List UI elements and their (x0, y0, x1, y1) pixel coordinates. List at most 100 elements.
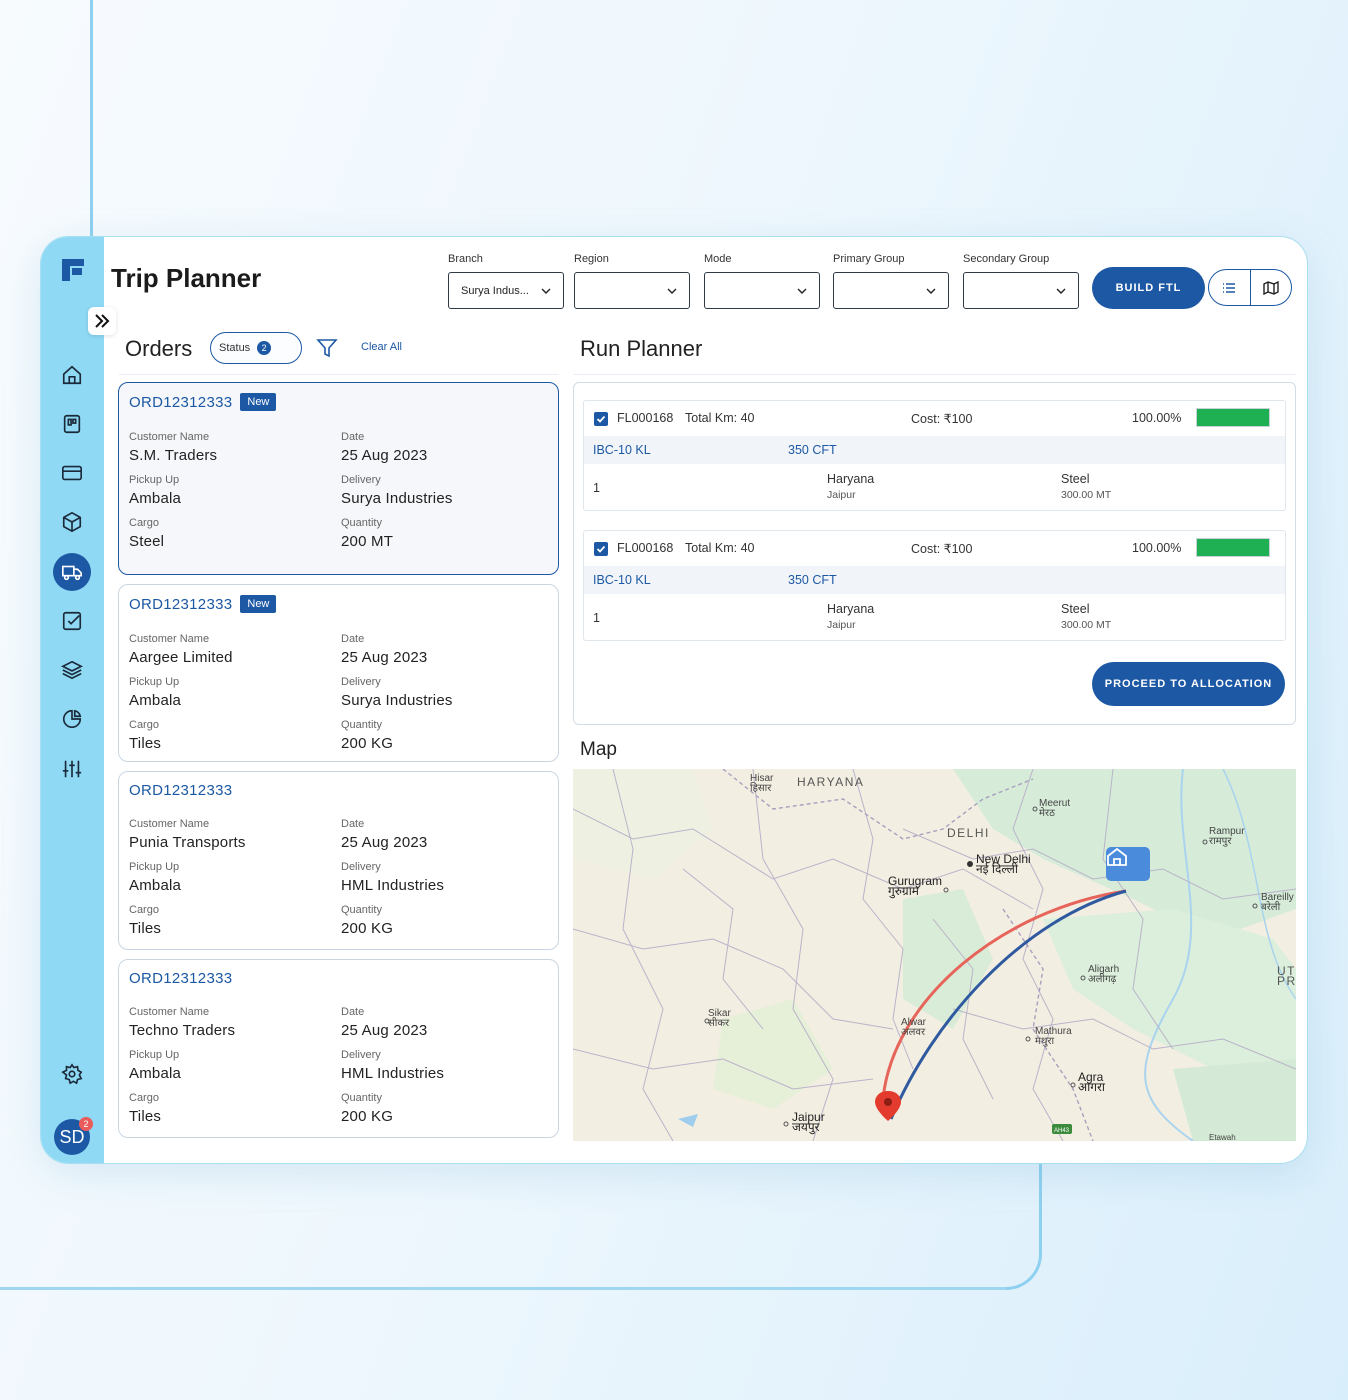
quantity-value: 200 MT (341, 533, 394, 551)
clear-all-link[interactable]: Clear All (361, 341, 402, 353)
map-label-bareilly-hi: बरेली (1261, 902, 1281, 913)
delivery-label: Delivery (341, 676, 381, 689)
run-km: Total Km: 40 (685, 541, 755, 555)
pickup-value: Ambala (129, 1065, 182, 1082)
date-label: Date (341, 431, 365, 444)
cargo-value: Tiles (129, 1108, 162, 1125)
run-header: FL000168 Total Km: 40 Cost: ₹100 100.00% (584, 401, 1285, 436)
cargo-value: Steel (129, 533, 165, 551)
map-label-pra-text: PRA (1277, 974, 1296, 988)
order-id[interactable]: ORD12312333 (129, 782, 232, 799)
delivery-value: HML Industries (341, 1065, 445, 1082)
filter-icon[interactable] (316, 337, 338, 359)
order-card[interactable]: ORD12312333 Customer Name Techno Traders … (118, 959, 559, 1138)
list-view-button[interactable] (1209, 270, 1250, 305)
pickup-value: Ambala (129, 490, 182, 508)
run-checkbox[interactable] (594, 542, 608, 556)
check-icon (596, 545, 606, 553)
order-id[interactable]: ORD12312333 (129, 970, 232, 987)
run-capacity: 350 CFT (788, 443, 837, 457)
order-card[interactable]: ORD12312333 New Customer Name S.M. Traders… (118, 382, 559, 575)
run-percent: 100.00% (1132, 411, 1182, 425)
pickup-label: Pickup Up (129, 676, 180, 689)
run-capacity: 350 CFT (788, 573, 837, 587)
customer-value: Punia Transports (129, 834, 246, 851)
run-vehicle: IBC-10 KL (593, 443, 651, 457)
build-ftl-button[interactable]: BUILD FTL (1092, 267, 1205, 309)
map-label-rampur-hi: रामपुर (1209, 836, 1232, 847)
layers-icon[interactable] (53, 651, 91, 689)
customer-label: Customer Name (129, 818, 210, 830)
map-label-ut: UTPRA (1277, 965, 1296, 988)
primary-group-select[interactable] (833, 272, 949, 309)
map-label-agra-hi: आगरा (1078, 1080, 1106, 1094)
run-checkbox[interactable] (594, 412, 608, 426)
region-select[interactable] (574, 272, 690, 309)
sliders-icon[interactable] (53, 750, 91, 788)
order-id[interactable]: ORD12312333 (129, 394, 232, 411)
map-label-jaipur: Jaipur जयपुर (792, 1111, 825, 1133)
quantity-label: Quantity (341, 1092, 382, 1104)
package-icon[interactable] (53, 503, 91, 541)
delivery-value: Surya Industries (341, 692, 453, 710)
run-progress-fill (1197, 539, 1269, 556)
checklist-icon[interactable] (53, 602, 91, 640)
run-stop-row: 1 Haryana Jaipur Steel 300.00 MT (584, 464, 1285, 512)
delivery-label: Delivery (341, 474, 381, 487)
quantity-label: Quantity (341, 904, 382, 916)
run-weight: 300.00 MT (1061, 619, 1112, 631)
delivery-value: HML Industries (341, 877, 445, 894)
map-label-mathura: Mathura मथुरा (1035, 1027, 1072, 1047)
status-chip-label: Status (219, 342, 251, 354)
orders-divider (119, 374, 559, 375)
proceed-to-allocation-button[interactable]: PROCEED TO ALLOCATION (1092, 662, 1285, 706)
chevron-down-icon (1056, 288, 1066, 294)
map-label-bareilly: Bareilly बरेली (1261, 893, 1294, 913)
pickup-value: Ambala (129, 877, 182, 894)
map-label-mathura-hi: मथुरा (1035, 1036, 1055, 1047)
branch-select[interactable]: Surya Indus... (448, 272, 564, 309)
map-label-agra: Agra आगरा (1078, 1071, 1106, 1094)
truck-icon[interactable] (53, 553, 91, 591)
quantity-label: Quantity (341, 719, 382, 732)
order-id[interactable]: ORD12312333 (129, 596, 232, 613)
branch-label: Branch (448, 253, 483, 265)
map-label-aligarh: Aligarh अलीगढ़ (1088, 965, 1119, 985)
map-view[interactable]: HARYANA Hisar हिसार Meerut मेरठ DELHI New … (573, 769, 1296, 1141)
location-pin-icon[interactable] (875, 1091, 901, 1121)
run-planner-title: Run Planner (580, 336, 703, 361)
pickup-label: Pickup Up (129, 474, 180, 487)
date-label: Date (341, 633, 365, 646)
map-label-meerut: Meerut मेरठ (1039, 799, 1070, 819)
customer-value: Aargee Limited (129, 649, 233, 667)
home-icon[interactable] (53, 356, 91, 394)
order-card[interactable]: ORD12312333 Customer Name Punia Transport… (118, 771, 559, 950)
board-icon[interactable] (53, 405, 91, 443)
map-view-button[interactable] (1249, 270, 1292, 305)
card-icon[interactable] (53, 454, 91, 492)
home-icon (1107, 847, 1127, 866)
pie-chart-icon[interactable] (53, 700, 91, 738)
customer-label: Customer Name (129, 431, 210, 444)
status-filter-chip[interactable]: Status 2 (210, 332, 302, 364)
delivery-label: Delivery (341, 861, 381, 873)
expand-sidebar-button[interactable] (88, 307, 116, 335)
customer-label: Customer Name (129, 633, 210, 646)
date-value: 25 Aug 2023 (341, 1022, 428, 1039)
region-filter: Region (574, 253, 690, 309)
map-title: Map (580, 739, 617, 760)
mode-select[interactable] (704, 272, 820, 309)
home-pin-icon[interactable] (1106, 847, 1150, 881)
chevron-down-icon (797, 288, 807, 294)
run-progress-bar (1196, 538, 1270, 557)
list-icon (1223, 282, 1236, 293)
map-label-alwar: Alwar अलवर (901, 1018, 926, 1038)
order-card[interactable]: ORD12312333 New Customer Name Aargee Limit… (118, 584, 559, 762)
secondary-group-select[interactable] (963, 272, 1079, 309)
customer-label: Customer Name (129, 1006, 210, 1018)
settings-icon[interactable] (53, 1055, 91, 1093)
check-icon (596, 415, 606, 423)
run-state: Haryana (827, 472, 875, 486)
run-planner-divider (574, 374, 1296, 375)
run-seq: 1 (593, 611, 600, 625)
